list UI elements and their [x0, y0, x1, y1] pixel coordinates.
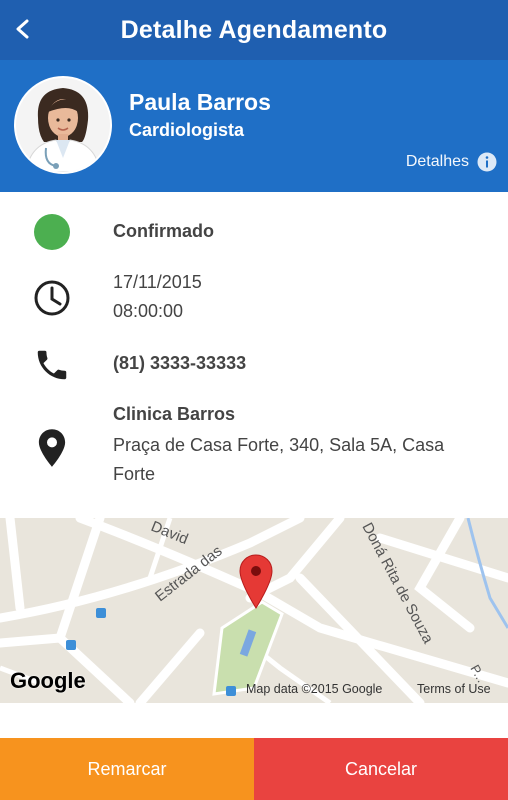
reschedule-button[interactable]: Remarcar	[0, 738, 254, 800]
google-logo: Google	[10, 668, 86, 693]
clock-icon	[34, 280, 70, 316]
details-label: Detalhes	[405, 153, 469, 170]
clinic-name: Clinica Barros	[113, 404, 236, 424]
location-pin-icon	[38, 429, 66, 467]
status-row: Confirmado	[0, 210, 508, 254]
cancel-button[interactable]: Cancelar	[254, 738, 508, 800]
details-link[interactable]: Detalhes	[406, 152, 497, 172]
map-terms-link[interactable]: Terms of Use	[417, 682, 491, 696]
map-attribution: Map data ©2015 Google	[246, 682, 383, 696]
doctor-profile: Paula Barros Cardiologista Detalhes	[0, 60, 508, 192]
appointment-date: 17/11/2015	[113, 272, 202, 292]
app-bar: Detalhe Agendamento	[0, 0, 508, 60]
chevron-left-icon	[16, 19, 29, 39]
map-pin-icon[interactable]	[238, 554, 274, 610]
phone-icon	[37, 350, 67, 380]
back-button[interactable]	[6, 12, 40, 46]
page-title: Detalhe Agendamento	[120, 15, 388, 44]
clinic-phone: (81) 3333-33333	[113, 353, 247, 373]
doctor-photo	[16, 78, 110, 172]
status-dot-icon	[34, 214, 70, 250]
address-row: Clinica Barros Praça de Casa Forte, 340,…	[0, 400, 508, 492]
info-icon	[477, 152, 497, 172]
clinic-address: Praça de Casa Forte, 340, Sala 5A, Casa …	[113, 435, 445, 484]
datetime-row: 17/11/2015 08:00:00	[0, 268, 508, 328]
appointment-time: 08:00:00	[113, 301, 184, 321]
location-map[interactable]: David Estrada das Doná Rita de Souza P..…	[0, 518, 508, 703]
status-text: Confirmado	[113, 221, 214, 241]
doctor-avatar	[14, 76, 112, 174]
phone-row[interactable]: (81) 3333-33333	[0, 346, 508, 382]
doctor-specialty: Cardiologista	[129, 120, 245, 140]
doctor-name: Paula Barros	[129, 89, 271, 115]
